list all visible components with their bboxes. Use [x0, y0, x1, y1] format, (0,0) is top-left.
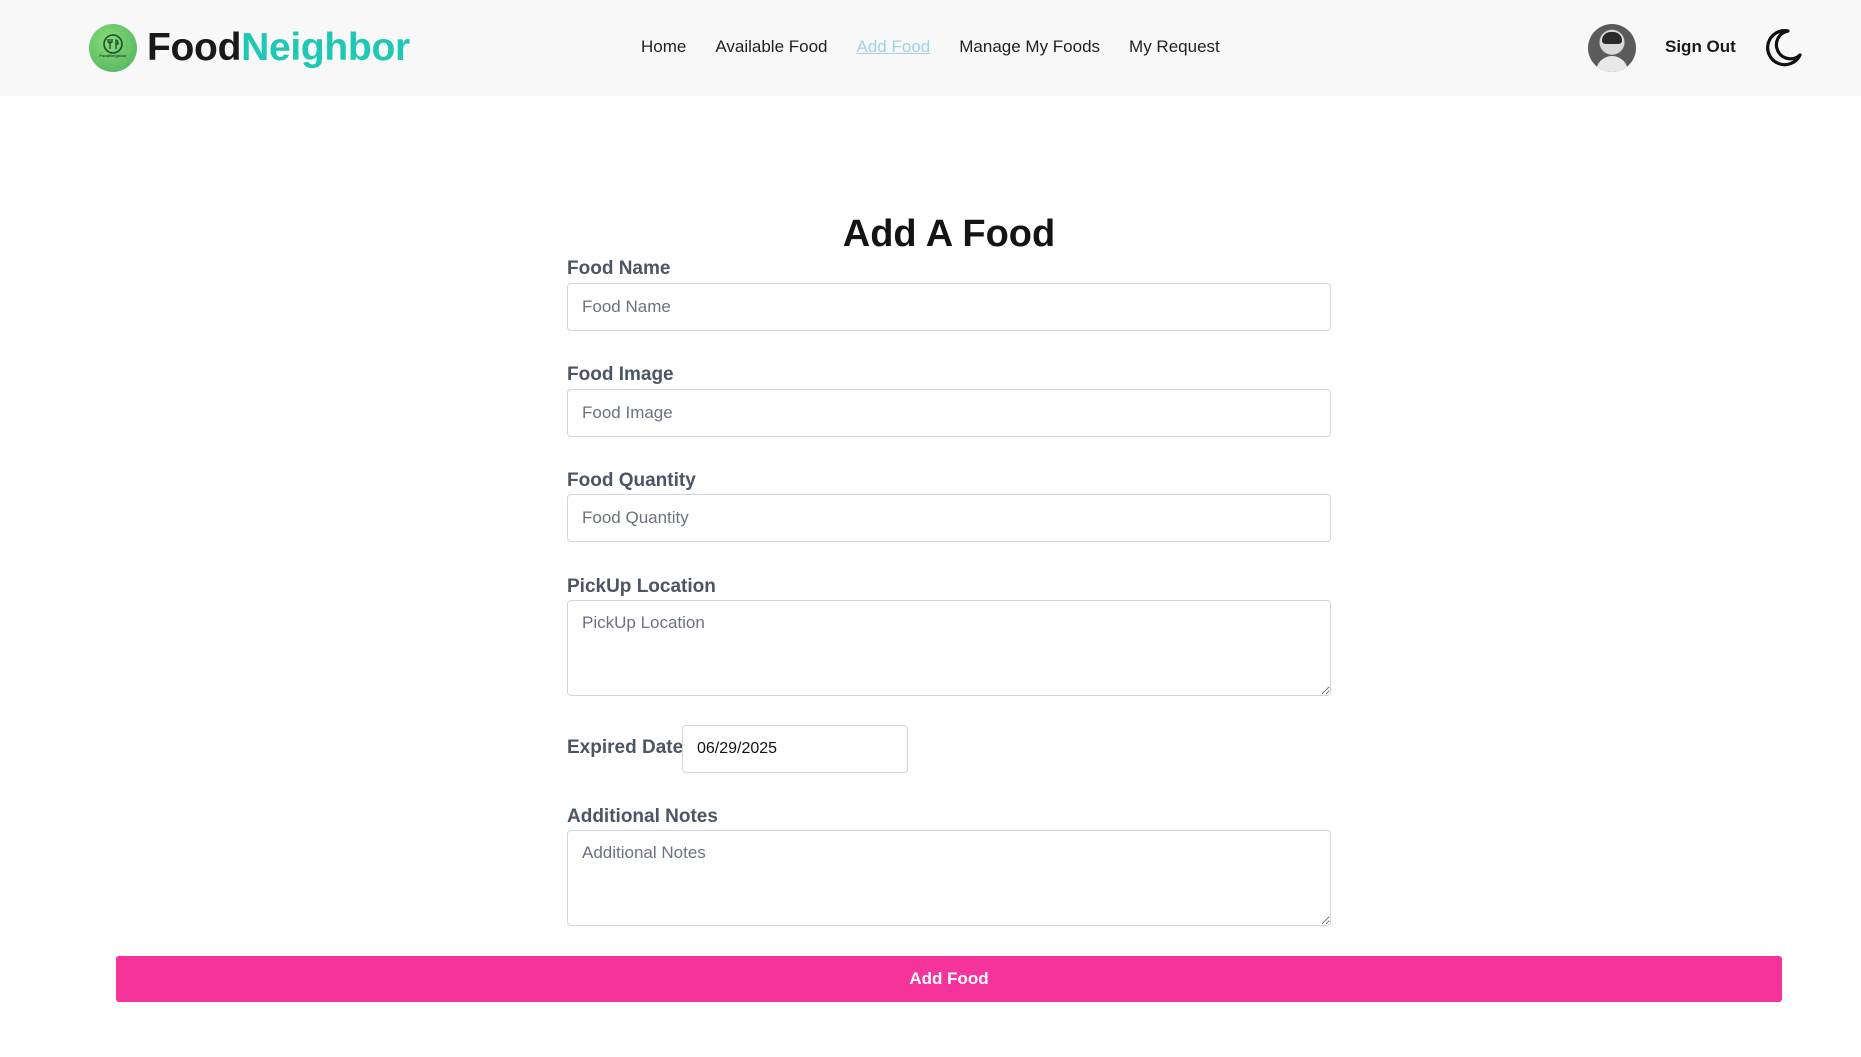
expired-date-label: Expired Date	[567, 737, 684, 758]
nav-link-home[interactable]: Home	[641, 36, 686, 58]
additional-notes-label: Additional Notes	[567, 806, 718, 827]
expired-date-input[interactable]: 06/29/2025	[682, 725, 908, 773]
navbar: FoodNeighbor FoodNeighbor Home Available…	[0, 0, 1861, 96]
main-nav: Home Available Food Add Food Manage My F…	[641, 36, 1220, 58]
food-name-label: Food Name	[567, 258, 671, 279]
pickup-location-label: PickUp Location	[567, 576, 716, 597]
food-image-input[interactable]	[567, 389, 1331, 437]
page-title: Add A Food	[842, 213, 1056, 255]
food-image-label: Food Image	[567, 364, 674, 385]
brand-name-part2: Neighbor	[241, 26, 410, 69]
logo[interactable]: FoodNeighbor FoodNeighbor	[89, 24, 410, 72]
nav-link-add-food[interactable]: Add Food	[857, 36, 931, 58]
moon-icon[interactable]	[1760, 25, 1806, 71]
food-name-input[interactable]	[567, 283, 1331, 331]
avatar-hair	[1602, 32, 1622, 44]
pickup-location-textarea[interactable]	[567, 600, 1331, 696]
add-food-button[interactable]: Add Food	[116, 956, 1782, 1002]
nav-link-my-request[interactable]: My Request	[1129, 36, 1220, 58]
logo-badge-text: FoodNeighbor	[99, 53, 127, 58]
logo-badge-icon: FoodNeighbor	[89, 24, 137, 72]
avatar-body	[1596, 56, 1628, 72]
sign-out-button[interactable]: Sign Out	[1665, 36, 1736, 58]
nav-link-available-food[interactable]: Available Food	[715, 36, 827, 58]
brand-name: FoodNeighbor	[147, 24, 410, 72]
food-quantity-input[interactable]	[567, 494, 1331, 542]
brand-name-part1: Food	[147, 26, 242, 69]
food-quantity-label: Food Quantity	[567, 470, 696, 491]
additional-notes-textarea[interactable]	[567, 830, 1331, 926]
user-avatar[interactable]	[1588, 24, 1636, 72]
nav-link-manage-my-foods[interactable]: Manage My Foods	[959, 36, 1100, 58]
